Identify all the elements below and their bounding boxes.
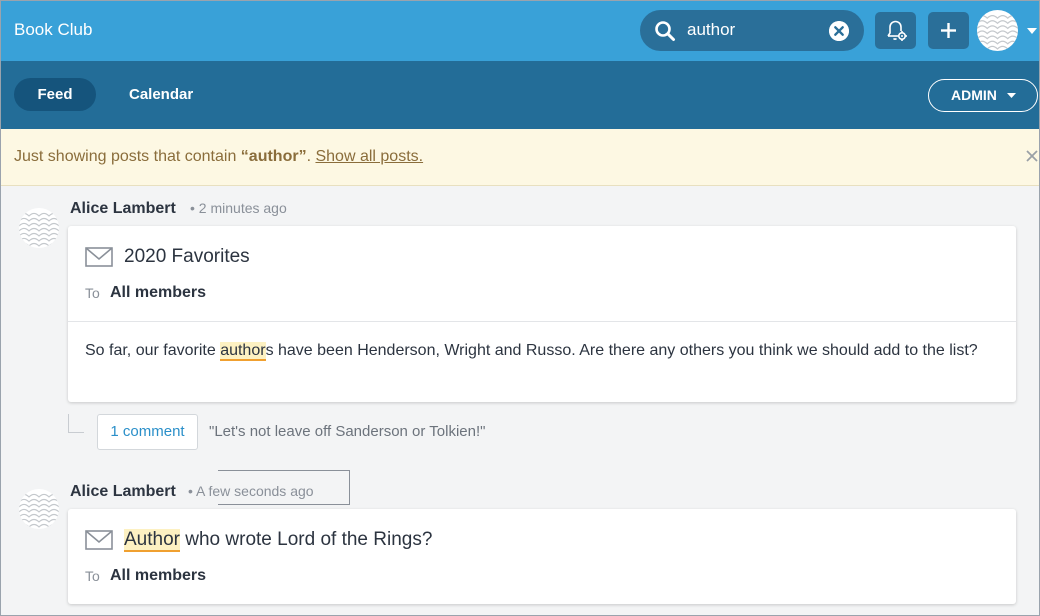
envelope-icon: [85, 530, 113, 550]
avatar-pattern-icon: [19, 493, 59, 528]
recipient-label: To: [85, 285, 100, 301]
app-title[interactable]: Book Club: [14, 20, 92, 40]
comment-preview[interactable]: "Let's not leave off Sanderson or Tolkie…: [209, 423, 485, 440]
search-highlight: Author: [124, 529, 180, 552]
user-avatar[interactable]: [977, 10, 1018, 51]
filter-banner: Just showing posts that contain “author”…: [1, 129, 1039, 186]
divider: [68, 321, 1016, 322]
thread-connector: [68, 414, 84, 433]
admin-label: ADMIN: [951, 87, 997, 103]
tab-calendar[interactable]: Calendar: [129, 78, 193, 111]
post-timestamp[interactable]: • A few seconds ago: [188, 483, 314, 499]
chevron-down-icon[interactable]: [1027, 27, 1037, 35]
top-bar: Book Club: [1, 1, 1039, 61]
post-timestamp[interactable]: • 2 minutes ago: [190, 200, 287, 216]
filter-banner-text: Just showing posts that contain “author”…: [14, 148, 424, 165]
post-card[interactable]: 2020 Favorites To All members So far, ou…: [68, 226, 1016, 402]
search-icon: [655, 21, 675, 41]
post-body: So far, our favorite authors have been H…: [85, 342, 978, 361]
post-subject: Author who wrote Lord of the Rings?: [124, 529, 433, 552]
add-button[interactable]: [928, 12, 969, 49]
plus-icon: [941, 23, 956, 38]
search-input[interactable]: [687, 19, 817, 41]
post-card[interactable]: Author who wrote Lord of the Rings? To A…: [68, 509, 1016, 604]
recipient-value: All members: [110, 567, 207, 584]
notification-settings-button[interactable]: [875, 12, 916, 49]
recipient-label: To: [85, 568, 100, 584]
comments-button[interactable]: 1 comment: [97, 414, 198, 450]
admin-dropdown-button[interactable]: ADMIN: [928, 79, 1038, 112]
post-author[interactable]: Alice Lambert: [70, 200, 176, 218]
clear-search-icon[interactable]: [829, 21, 849, 41]
avatar[interactable]: [19, 208, 59, 248]
close-icon[interactable]: [1025, 149, 1039, 163]
search-box[interactable]: [640, 10, 864, 51]
avatar-pattern-icon: [19, 212, 59, 247]
avatar[interactable]: [19, 489, 59, 529]
show-all-posts-link[interactable]: Show all posts.: [315, 148, 423, 165]
tab-feed[interactable]: Feed: [14, 78, 96, 111]
recipient-value: All members: [110, 284, 207, 301]
post-subject: 2020 Favorites: [124, 246, 250, 267]
notification-settings-icon: [887, 20, 907, 41]
filter-term: “author”: [240, 148, 307, 165]
nav-bar: Feed Calendar ADMIN: [1, 61, 1039, 129]
search-highlight: author: [220, 342, 266, 361]
envelope-icon: [85, 247, 113, 267]
avatar-pattern-icon: [977, 15, 1018, 50]
chevron-down-icon: [1007, 93, 1016, 98]
post-author[interactable]: Alice Lambert: [70, 483, 176, 501]
